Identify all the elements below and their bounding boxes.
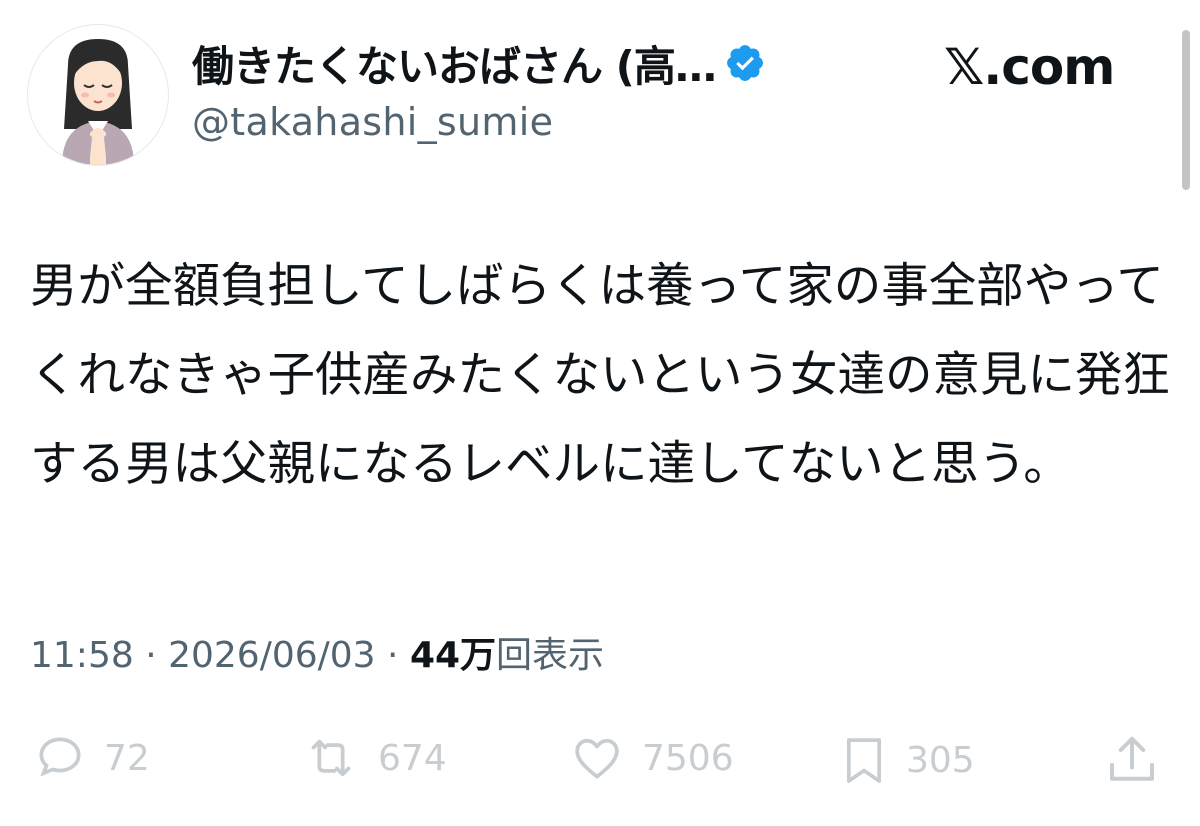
views-label: 回表示 — [496, 635, 605, 676]
repost-button[interactable]: 674 — [298, 730, 447, 786]
bookmark-icon — [846, 738, 882, 783]
views-count: 44万 — [409, 635, 497, 676]
like-count: 7506 — [642, 737, 734, 779]
author-header: 働きたくないおばさん (高… @takahashi_sumie — [192, 38, 766, 144]
meta-separator: · — [375, 635, 410, 676]
author-display-name[interactable]: 働きたくないおばさん (高… — [192, 33, 717, 94]
action-bar: 72 674 7506 305 — [0, 720, 1200, 800]
share-button[interactable] — [1102, 730, 1162, 790]
repost-count: 674 — [378, 737, 447, 779]
tweet-text: 男が全額負担してしばらくは養って家の事全部やってくれなきゃ子供産みたくないという… — [30, 259, 1170, 492]
share-icon — [1110, 736, 1154, 781]
author-avatar[interactable] — [27, 24, 169, 166]
woman-praying-avatar-icon — [62, 39, 134, 165]
bookmark-button[interactable]: 305 — [836, 730, 975, 790]
reply-icon — [39, 737, 81, 777]
tweet-time[interactable]: 11:58 — [30, 635, 134, 676]
reply-count: 72 — [104, 737, 150, 779]
tweet-meta: 11:58 · 2026/06/03 · 44万回表示 — [30, 626, 604, 678]
x-com-logo: 𝕏.com — [944, 38, 1115, 96]
reply-button[interactable]: 72 — [30, 730, 150, 786]
bookmark-count: 305 — [906, 739, 975, 781]
repost-icon — [311, 739, 351, 777]
tweet-date[interactable]: 2026/06/03 — [168, 635, 376, 676]
like-button[interactable]: 7506 — [566, 730, 734, 786]
meta-separator: · — [133, 635, 169, 676]
verified-badge-icon — [724, 42, 766, 84]
author-handle[interactable]: @takahashi_sumie — [192, 100, 766, 144]
name-row: 働きたくないおばさん (高… — [192, 38, 766, 91]
scrollbar[interactable] — [1182, 30, 1190, 190]
heart-icon — [575, 738, 619, 779]
